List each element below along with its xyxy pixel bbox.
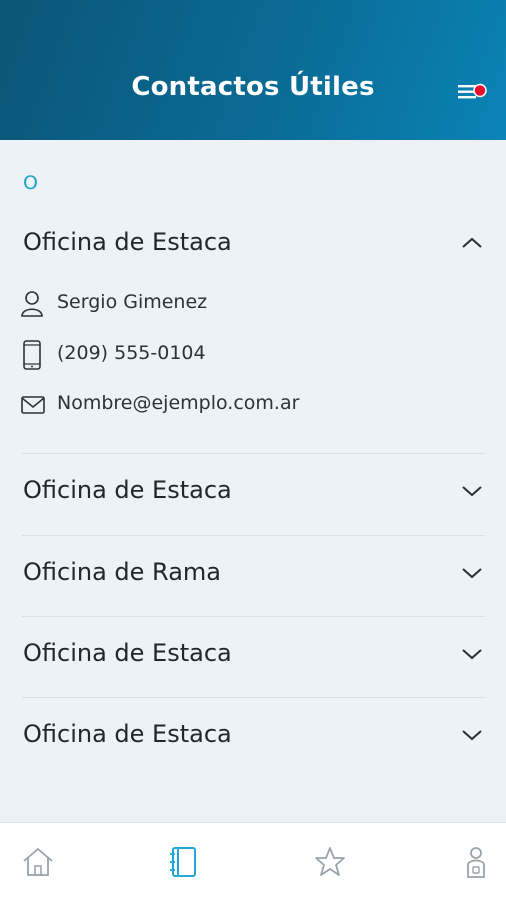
accordion-title[interactable]: Oficina de Estaca (23, 476, 232, 504)
contacts-book-icon[interactable] (167, 845, 201, 879)
chevron-down-icon[interactable] (460, 484, 484, 498)
person-icon (21, 291, 43, 317)
divider (22, 616, 485, 617)
chevron-up-icon[interactable] (460, 236, 484, 250)
home-icon[interactable] (21, 845, 55, 879)
accordion-title[interactable]: Oficina de Estaca (23, 720, 232, 748)
contact-phone[interactable]: (209) 555-0104 (57, 342, 206, 364)
contact-email[interactable]: Nombre@ejemplo.com.ar (57, 392, 299, 414)
accordion-title[interactable]: Oficina de Estaca (23, 639, 232, 667)
profile-icon[interactable] (459, 845, 493, 879)
mail-icon (21, 396, 45, 414)
bottom-tab-bar (0, 822, 506, 901)
divider (22, 697, 485, 698)
divider (22, 535, 485, 536)
section-letter: O (23, 172, 38, 194)
chevron-down-icon[interactable] (460, 647, 484, 661)
accordion-title[interactable]: Oficina de Rama (23, 558, 221, 586)
contact-name: Sergio Gimenez (57, 291, 208, 313)
accordion-title-expanded[interactable]: Oficina de Estaca (23, 228, 232, 256)
divider (22, 453, 485, 454)
star-icon[interactable] (313, 845, 347, 879)
menu-notification-icon (458, 83, 487, 99)
app-header: Contactos Útiles (0, 0, 506, 140)
chevron-down-icon[interactable] (460, 566, 484, 580)
chevron-down-icon[interactable] (460, 728, 484, 742)
page-title: Contactos Útiles (131, 72, 375, 102)
menu-button[interactable] (456, 80, 490, 104)
phone-icon (23, 340, 41, 370)
